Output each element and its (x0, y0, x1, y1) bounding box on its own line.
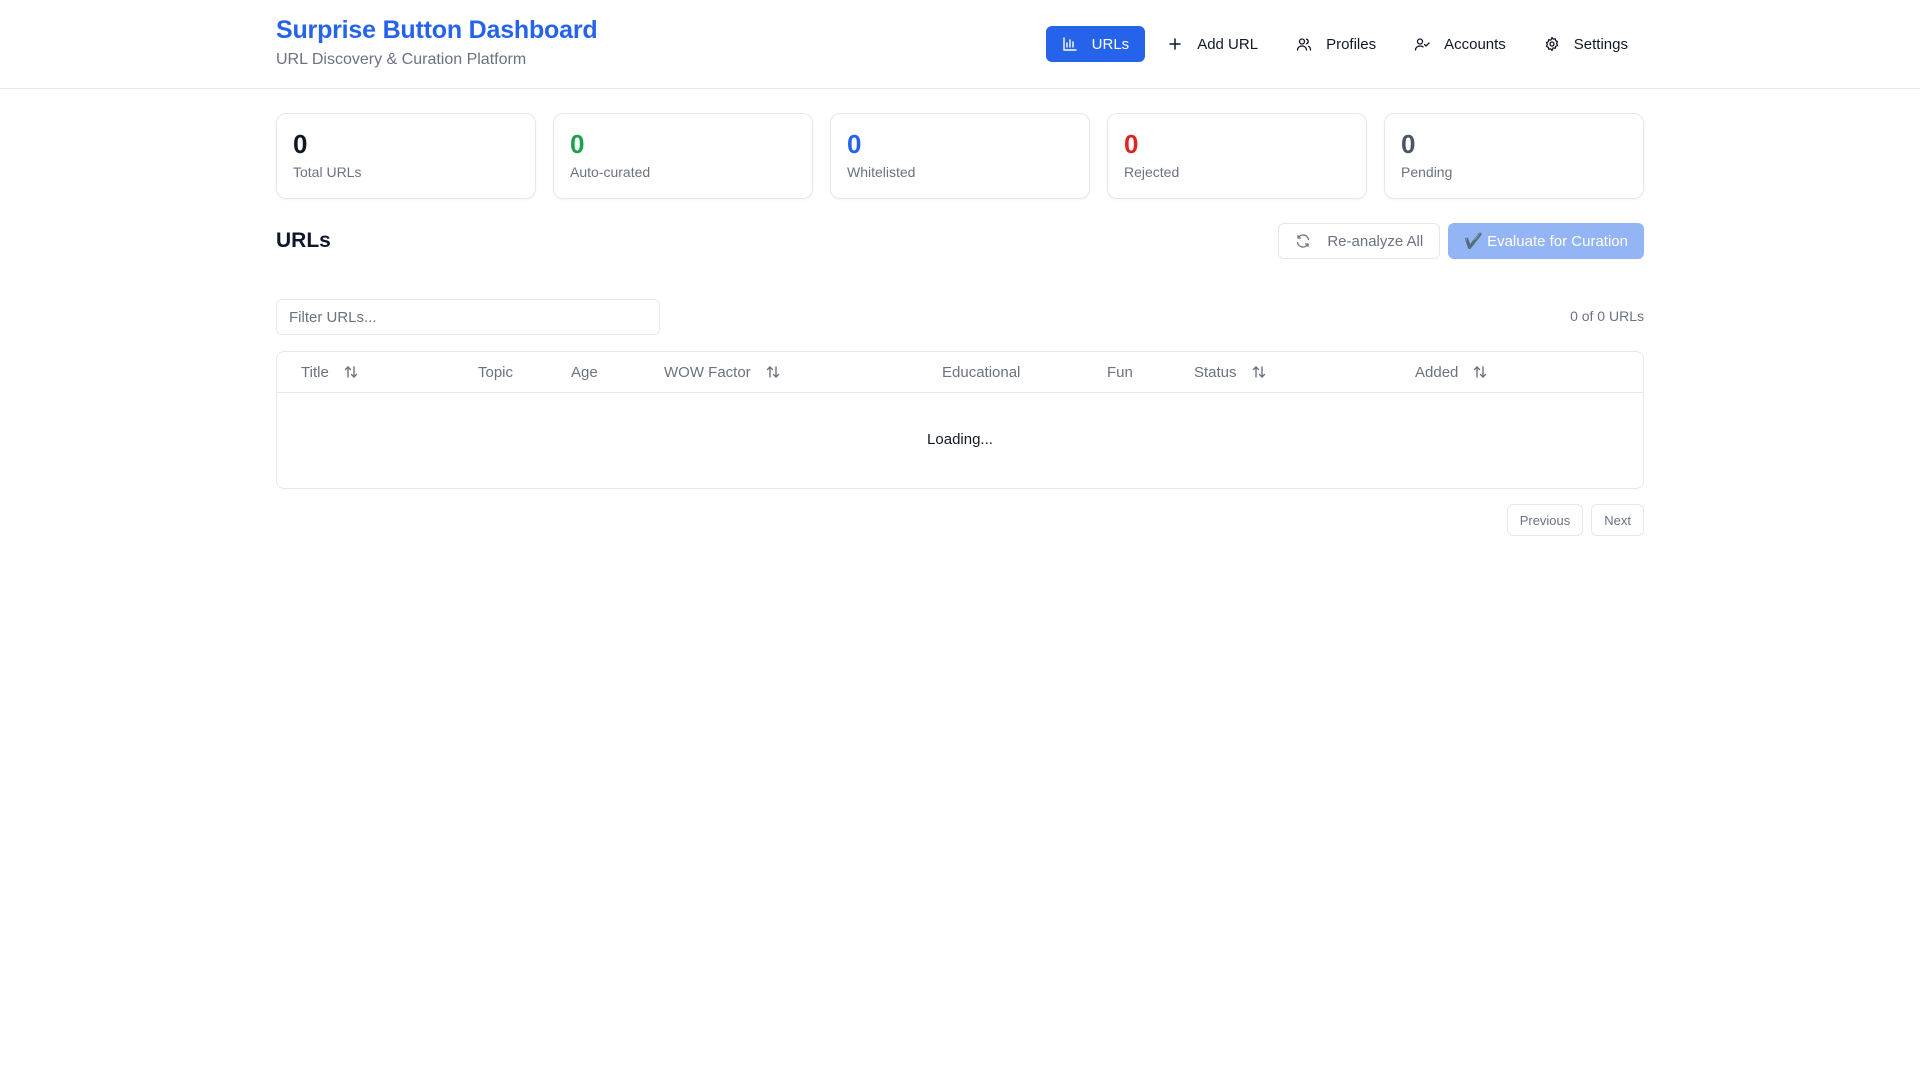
stat-label: Rejected (1124, 164, 1180, 180)
next-page-button[interactable]: Next (1591, 504, 1644, 536)
column-label: Title (301, 363, 329, 381)
column-header-status[interactable]: Status (1194, 352, 1267, 392)
stat-card-auto-curated: 0 Auto-curated (553, 113, 813, 199)
evaluate-for-curation-label: ✔️ Evaluate for Curation (1464, 233, 1628, 250)
nav-profiles-label: Profiles (1326, 35, 1377, 53)
stat-label: Total URLs (293, 164, 362, 180)
column-header-age: Age (571, 352, 598, 392)
users-icon (1296, 38, 1312, 51)
stat-card-total: 0 Total URLs (276, 113, 536, 199)
column-label: Educational (942, 363, 1021, 381)
section-actions: Re-analyze All ✔️ Evaluate for Curation (1278, 223, 1644, 259)
reanalyze-all-label: Re-analyze All (1327, 232, 1424, 250)
sort-icon (1474, 366, 1487, 378)
column-header-educational: Educational (942, 352, 1020, 392)
app-title: Surprise Button Dashboard (276, 16, 598, 44)
column-label: WOW Factor (664, 363, 751, 381)
reanalyze-all-button[interactable]: Re-analyze All (1278, 223, 1441, 259)
evaluate-for-curation-button[interactable]: ✔️ Evaluate for Curation (1448, 223, 1644, 259)
stat-value: 0 (847, 129, 862, 159)
column-label: Status (1194, 363, 1237, 381)
column-label: Topic (478, 363, 514, 381)
sort-icon (344, 366, 357, 378)
filter-urls-input[interactable] (276, 299, 660, 335)
column-label: Fun (1107, 363, 1133, 381)
url-count: 0 of 0 URLs (1570, 308, 1644, 324)
sort-icon (766, 366, 779, 378)
column-header-wow-factor[interactable]: WOW Factor (664, 352, 781, 392)
app-header: Surprise Button Dashboard URL Discovery … (0, 0, 1920, 89)
brand: Surprise Button Dashboard URL Discovery … (276, 16, 598, 69)
user-check-icon (1414, 38, 1430, 51)
stat-value: 0 (1401, 129, 1416, 159)
column-label: Added (1415, 363, 1459, 381)
stat-value: 0 (1124, 129, 1139, 159)
loading-message: Loading... (927, 431, 993, 448)
stat-card-pending: 0 Pending (1384, 113, 1644, 199)
filter-row: 0 of 0 URLs (276, 299, 1644, 335)
nav-settings[interactable]: Settings (1528, 26, 1644, 62)
nav-urls-label: URLs (1091, 35, 1130, 53)
plus-icon (1169, 38, 1181, 50)
sort-icon (1252, 366, 1265, 378)
stat-card-whitelisted: 0 Whitelisted (830, 113, 1090, 199)
nav-profiles[interactable]: Profiles (1280, 26, 1392, 62)
column-label: Age (571, 363, 598, 381)
nav-urls[interactable]: URLs (1045, 26, 1146, 62)
previous-page-button[interactable]: Previous (1506, 504, 1584, 536)
gear-icon (1545, 36, 1558, 52)
app-subtitle: URL Discovery & Curation Platform (276, 51, 527, 68)
urls-section-header: URLs Re-analyze All ✔️ Evaluate for Cura… (276, 223, 1644, 259)
column-header-fun: Fun (1107, 352, 1133, 392)
bar-chart-icon (1062, 37, 1077, 51)
column-header-title[interactable]: Title (301, 352, 359, 392)
nav-accounts[interactable]: Accounts (1398, 26, 1522, 62)
nav-accounts-label: Accounts (1444, 35, 1506, 53)
nav-add-url-label: Add URL (1197, 35, 1259, 53)
pagination: Previous Next (276, 504, 1644, 536)
section-title: URLs (276, 229, 331, 252)
table-header: Title Topic Age WOW Factor Educational F… (277, 352, 1643, 393)
stats-row: 0 Total URLs 0 Auto-curated 0 Whiteliste… (276, 113, 1644, 199)
main-nav: URLs Add URL Profiles Accounts Settings (1045, 26, 1644, 62)
stat-value: 0 (293, 129, 308, 159)
stat-label: Whitelisted (847, 164, 916, 180)
stat-value: 0 (570, 129, 585, 159)
refresh-icon (1297, 234, 1310, 248)
urls-table: Title Topic Age WOW Factor Educational F… (276, 351, 1644, 489)
column-header-topic: Topic (478, 352, 513, 392)
main-content: 0 Total URLs 0 Auto-curated 0 Whiteliste… (276, 113, 1644, 536)
column-header-added[interactable]: Added (1415, 352, 1488, 392)
stat-card-rejected: 0 Rejected (1107, 113, 1367, 199)
stat-label: Pending (1401, 164, 1453, 180)
nav-add-url[interactable]: Add URL (1151, 26, 1274, 62)
stat-label: Auto-curated (570, 164, 651, 180)
nav-settings-label: Settings (1573, 35, 1628, 53)
